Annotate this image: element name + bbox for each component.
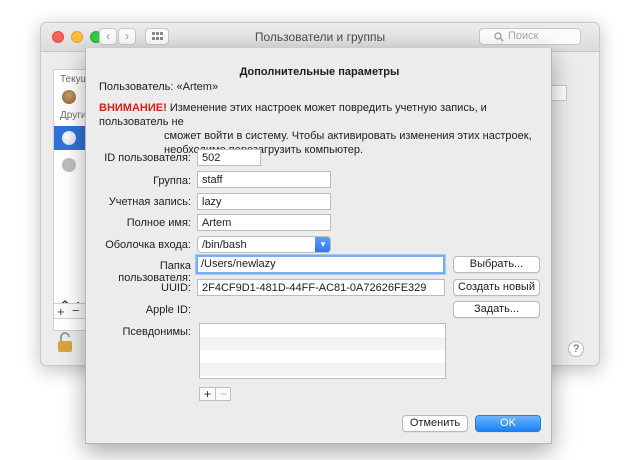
- apple-id-label: Apple ID:: [145, 304, 191, 316]
- create-new-button[interactable]: Создать новый: [453, 279, 540, 296]
- login-shell-select[interactable]: /bin/bash ▾: [197, 236, 331, 253]
- ok-button[interactable]: OK: [475, 415, 541, 432]
- full-name-label: Полное имя:: [126, 217, 191, 229]
- aliases-list[interactable]: [199, 323, 446, 379]
- list-item[interactable]: [200, 363, 445, 376]
- remove-alias-button[interactable]: −: [216, 388, 231, 400]
- warning-label: ВНИМАНИЕ!: [99, 102, 167, 114]
- login-shell-label: Оболочка входа:: [105, 239, 191, 251]
- account-name-field[interactable]: lazy: [197, 193, 331, 210]
- home-folder-field[interactable]: /Users/newlazy: [196, 255, 445, 274]
- list-item[interactable]: [200, 350, 445, 363]
- help-button[interactable]: ?: [568, 341, 584, 357]
- full-name-field[interactable]: Artem: [197, 214, 331, 231]
- aliases-add-remove: + −: [199, 387, 231, 401]
- chevron-down-icon: ▾: [315, 237, 330, 252]
- list-item[interactable]: [200, 337, 445, 350]
- user-line: Пользователь: «Artem»: [99, 81, 219, 93]
- aliases-label: Псевдонимы:: [122, 326, 191, 338]
- user-id-label: ID пользователя:: [104, 152, 191, 164]
- sheet-title: Дополнительные параметры: [239, 66, 400, 78]
- warning-block: ВНИМАНИЕ! Изменение этих настроек может …: [99, 101, 539, 157]
- lock-icon[interactable]: [57, 331, 73, 356]
- account-name-label: Учетная запись:: [108, 196, 191, 208]
- user-id-field[interactable]: 502: [197, 149, 261, 166]
- sidebar-remove-button[interactable]: −: [72, 304, 80, 317]
- sidebar-header-other: Други: [60, 110, 87, 121]
- home-folder-label: Папка пользователя:: [118, 260, 191, 284]
- add-alias-button[interactable]: +: [200, 388, 216, 400]
- search-field[interactable]: Поиск: [479, 28, 581, 45]
- avatar: [62, 131, 76, 145]
- set-apple-id-button[interactable]: Задать...: [453, 301, 540, 318]
- warning-text-2: сможет войти в систему. Чтобы активирова…: [164, 130, 532, 142]
- group-field[interactable]: staff: [197, 171, 331, 188]
- search-icon: [494, 32, 504, 42]
- login-shell-value: /bin/bash: [202, 239, 247, 251]
- advanced-options-sheet: Дополнительные параметры Пользователь: «…: [85, 48, 552, 444]
- group-label: Группа:: [153, 175, 191, 187]
- uuid-label: UUID:: [161, 282, 191, 294]
- avatar[interactable]: [62, 90, 76, 104]
- choose-button[interactable]: Выбрать...: [453, 256, 540, 273]
- list-item[interactable]: [200, 324, 445, 337]
- avatar[interactable]: [62, 158, 76, 172]
- uuid-field[interactable]: 2F4CF9D1-481D-44FF-AC81-0A72626FE329: [197, 279, 445, 296]
- search-placeholder: Поиск: [508, 30, 539, 42]
- cancel-button[interactable]: Отменить: [402, 415, 468, 432]
- sidebar-add-button[interactable]: +: [57, 305, 65, 318]
